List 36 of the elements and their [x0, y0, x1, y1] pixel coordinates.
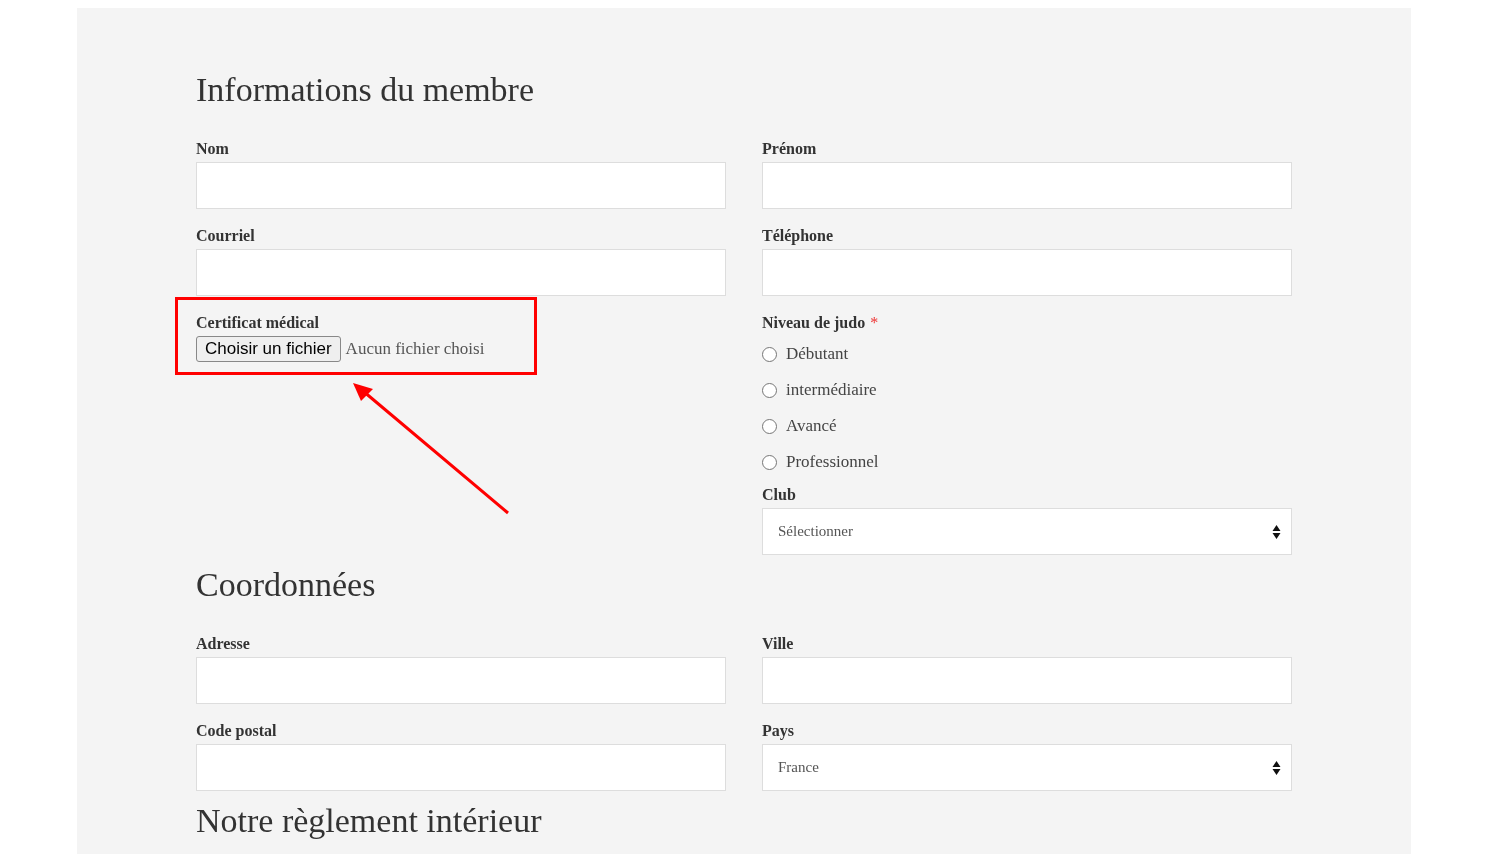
- field-label: Prénom: [762, 140, 818, 158]
- section-heading: Coordonnées: [196, 565, 377, 605]
- file-status: Aucun fichier choisi: [345, 339, 485, 359]
- radio-button[interactable]: [762, 382, 777, 398]
- field-label: Téléphone: [762, 227, 835, 245]
- required-mark: *: [870, 314, 879, 331]
- radio-button[interactable]: [762, 346, 777, 362]
- field-label: Adresse: [196, 635, 251, 653]
- radio-label[interactable]: Débutant: [786, 344, 849, 364]
- radio-button[interactable]: [762, 418, 777, 434]
- field-label: Club: [762, 486, 797, 504]
- field-label: Certificat médical: [196, 314, 321, 332]
- radio-label[interactable]: Professionnel: [786, 452, 879, 472]
- field-label: Courriel: [196, 227, 256, 245]
- text-field[interactable]: [762, 657, 1292, 704]
- select-field[interactable]: Sélectionner: [762, 508, 1292, 555]
- radio-label[interactable]: intermédiaire: [786, 380, 877, 400]
- radio-button[interactable]: [762, 454, 777, 470]
- field-label: Pays: [762, 722, 795, 740]
- field-label: Nom: [196, 140, 230, 158]
- text-field[interactable]: [196, 162, 726, 209]
- field-label: Code postal: [196, 722, 278, 740]
- section-heading: Notre règlement intérieur: [196, 801, 543, 841]
- section-heading: Informations du membre: [196, 70, 536, 110]
- text-field[interactable]: [196, 249, 726, 296]
- select-field[interactable]: France: [762, 744, 1292, 791]
- choose-file-button[interactable]: Choisir un fichier: [196, 336, 341, 362]
- radio-label[interactable]: Avancé: [786, 416, 837, 436]
- text-field[interactable]: [762, 162, 1292, 209]
- field-label: Ville: [762, 635, 795, 653]
- text-field[interactable]: [196, 657, 726, 704]
- text-field[interactable]: [196, 744, 726, 791]
- up-down-caret-icon: [1272, 759, 1281, 776]
- up-down-caret-icon: [1272, 523, 1281, 540]
- text-field[interactable]: [762, 249, 1292, 296]
- field-label: Niveau de judo: [762, 314, 866, 331]
